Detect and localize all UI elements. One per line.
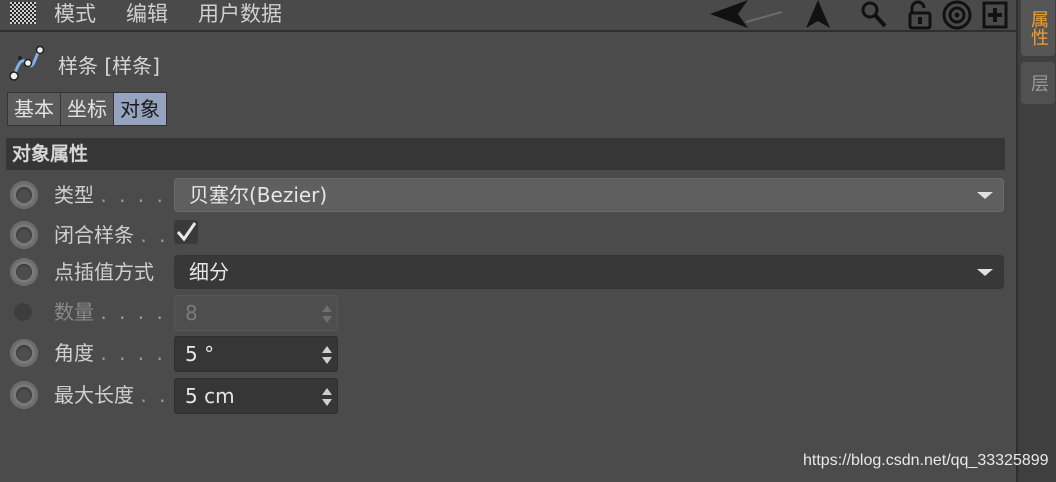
side-tab-strip: 属性 层 (1016, 0, 1056, 482)
interpolation-dropdown[interactable]: 细分 (174, 255, 1004, 289)
count-value: 8 (185, 301, 198, 325)
leader-dots: . . (140, 223, 169, 247)
menubar: 模式 编辑 用户数据 (0, 0, 1016, 32)
angle-value: 5 ° (185, 342, 215, 366)
param-label-close: 闭合样条 . . (54, 220, 172, 250)
param-label-angle: 角度 . . . . . . . (54, 338, 172, 368)
param-row-interpolation: 点插值方式 细分 (0, 255, 1010, 289)
param-row-angle: 角度 . . . . . . . 5 ° (0, 336, 1010, 372)
menu-user-data[interactable]: 用户数据 (198, 0, 282, 28)
animate-toggle-icon[interactable] (10, 258, 38, 286)
param-row-close: 闭合样条 . . (0, 218, 1010, 252)
watermark: https://blog.csdn.net/qq_33325899 (803, 452, 1049, 469)
leader-dots: . . . . . . (100, 183, 172, 207)
checkmark-icon (176, 222, 197, 242)
grid-icon[interactable] (10, 2, 36, 24)
count-spinner: 8 (174, 295, 338, 331)
leader-dots: . . (140, 383, 169, 407)
spinner-arrows-icon (322, 305, 332, 323)
animate-toggle-icon[interactable] (10, 339, 38, 367)
type-dropdown[interactable]: 贝塞尔(Bezier) (174, 178, 1004, 212)
animate-toggle-icon[interactable] (10, 221, 38, 249)
menu-edit[interactable]: 编辑 (126, 0, 168, 28)
section-header: 对象属性 (6, 138, 1005, 170)
chevron-down-icon (977, 192, 993, 199)
label-text: 数量 (54, 300, 94, 324)
add-panel-icon[interactable] (982, 0, 1010, 30)
attribute-tabs: 基本 坐标 对象 (7, 92, 167, 126)
param-label-maxlength: 最大长度 . . (54, 380, 172, 410)
spinner-arrows-icon[interactable] (322, 346, 332, 364)
label-text: 最大长度 (54, 383, 134, 407)
leader-dots: . . . . . . . (100, 341, 172, 365)
tab-object[interactable]: 对象 (113, 92, 167, 126)
object-title: 样条 [样条] (58, 53, 160, 78)
label-text: 角度 (54, 341, 94, 365)
param-label-count: 数量 . . . . . . . (54, 297, 172, 327)
param-label-interpolation: 点插值方式 (54, 260, 154, 284)
angle-spinner[interactable]: 5 ° (174, 336, 338, 372)
spinner-arrows-icon[interactable] (322, 388, 332, 406)
search-icon[interactable] (860, 0, 888, 30)
label-text: 类型 (54, 183, 94, 207)
side-tab-attributes[interactable]: 属性 (1021, 0, 1055, 56)
leader-dots: . . . . . . . (100, 300, 172, 324)
back-arrow-icon[interactable] (708, 0, 784, 30)
spline-icon (9, 46, 45, 81)
animate-toggle-icon[interactable] (10, 181, 38, 209)
tab-basic[interactable]: 基本 (7, 92, 61, 126)
param-row-count: 数量 . . . . . . . 8 (0, 295, 1010, 331)
interpolation-value: 细分 (189, 260, 229, 284)
animate-toggle-icon (14, 303, 32, 321)
side-tab-layers[interactable]: 层 (1021, 62, 1055, 104)
param-row-type: 类型 . . . . . . 贝塞尔(Bezier) (0, 178, 1010, 212)
menu-mode[interactable]: 模式 (54, 0, 96, 28)
unlock-icon[interactable] (906, 0, 936, 30)
maxlength-value: 5 cm (185, 384, 235, 408)
param-row-maxlength: 最大长度 . . 5 cm (0, 378, 1010, 414)
type-value: 贝塞尔(Bezier) (189, 183, 328, 207)
label-text: 闭合样条 (54, 223, 134, 247)
tab-coord[interactable]: 坐标 (60, 92, 114, 126)
close-spline-checkbox[interactable] (174, 220, 198, 244)
maxlength-spinner[interactable]: 5 cm (174, 378, 338, 414)
up-arrow-icon[interactable] (804, 0, 832, 30)
chevron-down-icon (977, 269, 993, 276)
object-header: 样条 [样条] (8, 46, 160, 82)
animate-toggle-icon[interactable] (10, 381, 38, 409)
param-label-type: 类型 . . . . . . (54, 180, 172, 210)
target-icon[interactable] (942, 0, 974, 30)
